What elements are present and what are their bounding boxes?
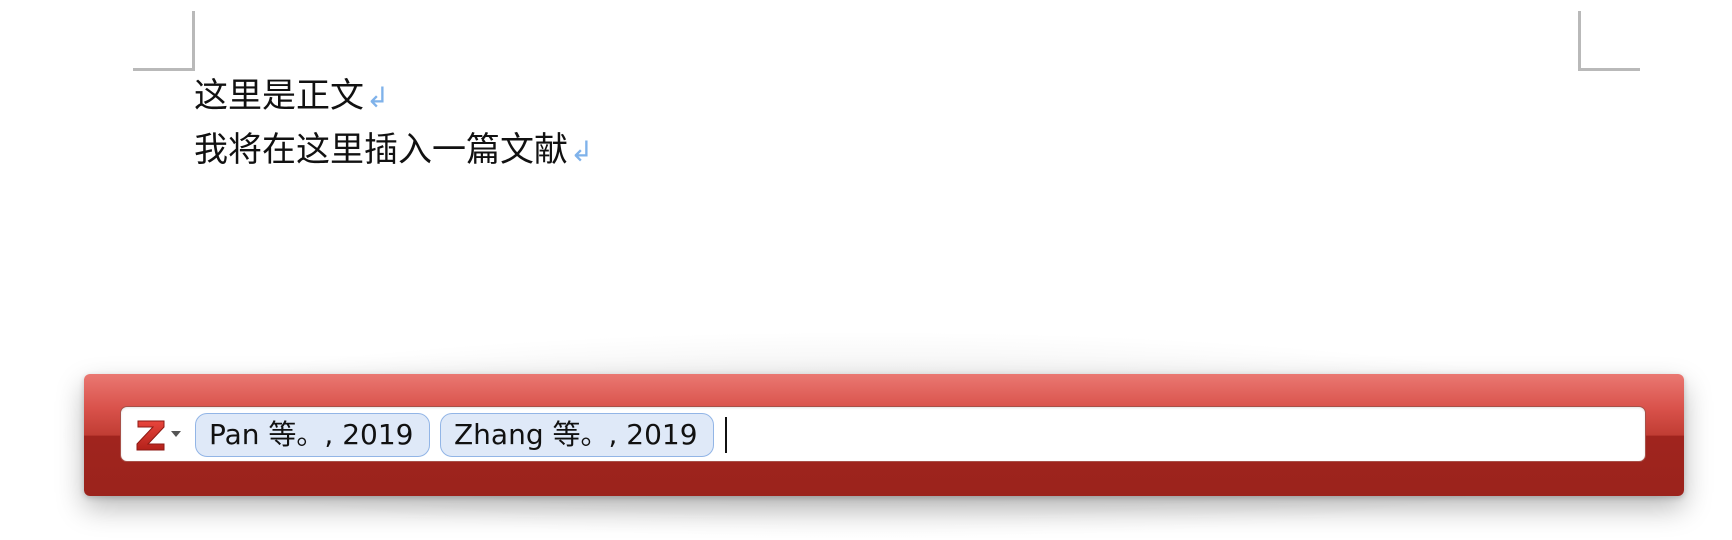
paragraph[interactable]: 这里是正文↲ xyxy=(194,70,593,124)
paragraph-mark-icon: ↲ xyxy=(570,135,594,168)
zotero-menu-button[interactable] xyxy=(133,417,185,453)
paragraph[interactable]: 我将在这里插入一篇文献↲ xyxy=(194,124,593,178)
paragraph-text: 这里是正文 xyxy=(194,76,364,116)
paragraph-text: 我将在这里插入一篇文献 xyxy=(194,130,568,170)
citation-search-input[interactable] xyxy=(721,411,1637,459)
margin-crop-mark-right xyxy=(1578,11,1640,71)
citation-bubble[interactable]: Zhang 等。, 2019 xyxy=(440,413,714,457)
text-cursor xyxy=(725,417,727,453)
paragraph-mark-icon: ↲ xyxy=(366,81,390,114)
citation-bubble[interactable]: Pan 等。, 2019 xyxy=(195,413,430,457)
citation-search-field[interactable]: Pan 等。, 2019 Zhang 等。, 2019 xyxy=(120,406,1646,462)
zotero-z-icon xyxy=(136,420,165,451)
zotero-quick-format-bar: Pan 等。, 2019 Zhang 等。, 2019 xyxy=(84,374,1684,496)
margin-crop-mark-left xyxy=(133,11,195,71)
document-page: 这里是正文↲ 我将在这里插入一篇文献↲ Pan 等。, 2019 Zhang 等… xyxy=(0,0,1732,540)
chevron-down-icon xyxy=(171,431,181,437)
document-body[interactable]: 这里是正文↲ 我将在这里插入一篇文献↲ xyxy=(194,70,593,178)
